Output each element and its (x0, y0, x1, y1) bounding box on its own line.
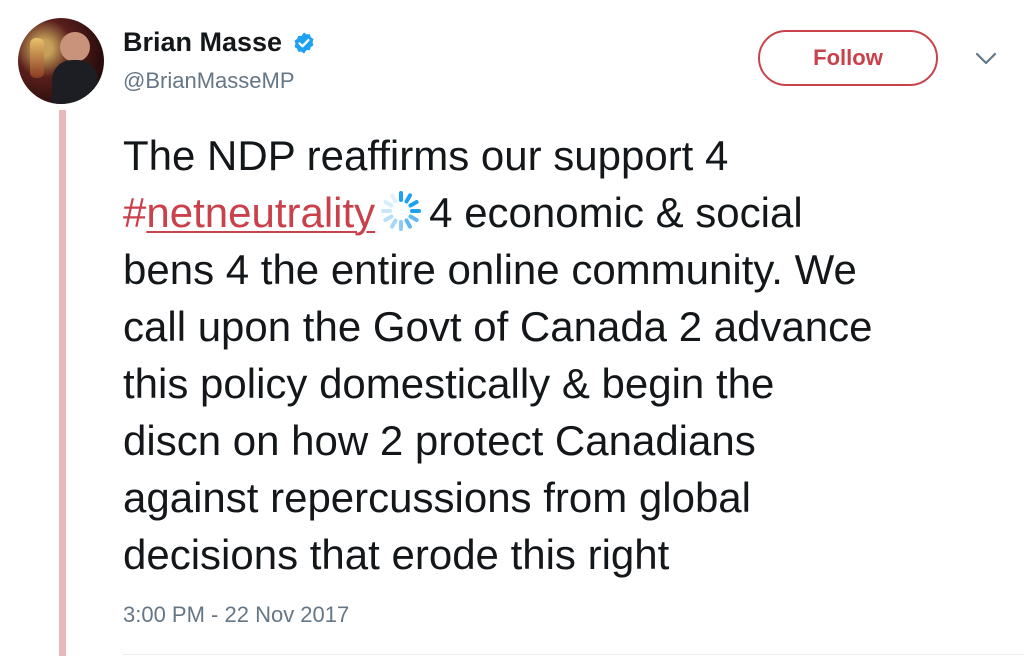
tweet-line: this policy domestically & begin the (123, 360, 775, 407)
tweet-text: The NDP reaffirms our support 4 #netneut… (123, 127, 1013, 583)
author-name-row: Brian Masse (123, 27, 316, 58)
divider (123, 654, 1024, 655)
tweet-line: decisions that erode this right (123, 531, 670, 578)
display-name[interactable]: Brian Masse (123, 27, 282, 58)
tweet-line: bens 4 the entire online community. We (123, 246, 857, 293)
user-handle[interactable]: @BrianMasseMP (123, 68, 295, 94)
spinner-emoji-icon (381, 191, 422, 231)
hashtag-link[interactable]: #netneutrality (123, 189, 375, 236)
tweet-line: discn on how 2 protect Canadians (123, 417, 756, 464)
tweet-line: call upon the Govt of Canada 2 advance (123, 303, 873, 350)
tweet-line: The NDP reaffirms our support 4 (123, 132, 729, 179)
tweet-line: against repercussions from global (123, 474, 751, 521)
verified-badge-icon (292, 31, 316, 55)
tweet-timestamp[interactable]: 3:00 PM - 22 Nov 2017 (123, 602, 349, 628)
tweet-line: #netneutrality 4 economic & social (123, 189, 803, 236)
avatar[interactable] (18, 18, 104, 104)
follow-button[interactable]: Follow (758, 30, 938, 86)
thread-line (59, 110, 66, 656)
chevron-down-icon[interactable] (972, 48, 1000, 68)
